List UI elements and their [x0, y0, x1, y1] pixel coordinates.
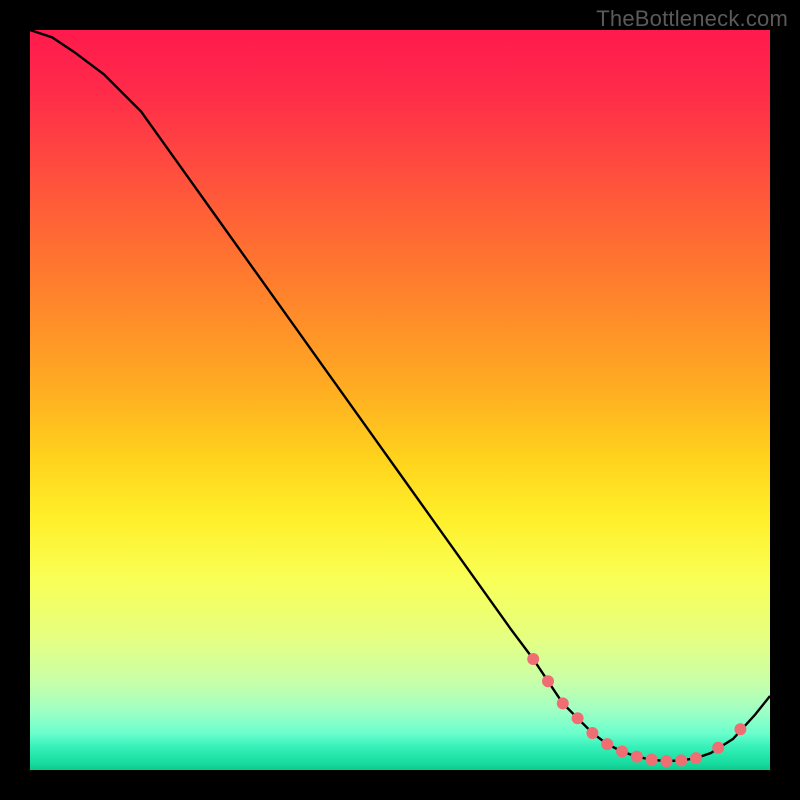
curve-marker	[675, 754, 687, 766]
curve-marker	[601, 738, 613, 750]
curve-marker	[712, 742, 724, 754]
chart-frame: TheBottleneck.com	[0, 0, 800, 800]
curve-markers	[527, 653, 746, 767]
curve-marker	[616, 746, 628, 758]
curve-marker	[557, 697, 569, 709]
curve-layer	[30, 30, 770, 770]
watermark-text: TheBottleneck.com	[596, 6, 788, 32]
curve-marker	[542, 675, 554, 687]
curve-marker	[586, 727, 598, 739]
curve-marker	[572, 712, 584, 724]
curve-marker	[527, 653, 539, 665]
curve-marker	[690, 752, 702, 764]
curve-marker	[660, 755, 672, 767]
bottleneck-curve	[30, 30, 770, 761]
curve-marker	[646, 754, 658, 766]
curve-marker	[631, 751, 643, 763]
curve-marker	[734, 723, 746, 735]
